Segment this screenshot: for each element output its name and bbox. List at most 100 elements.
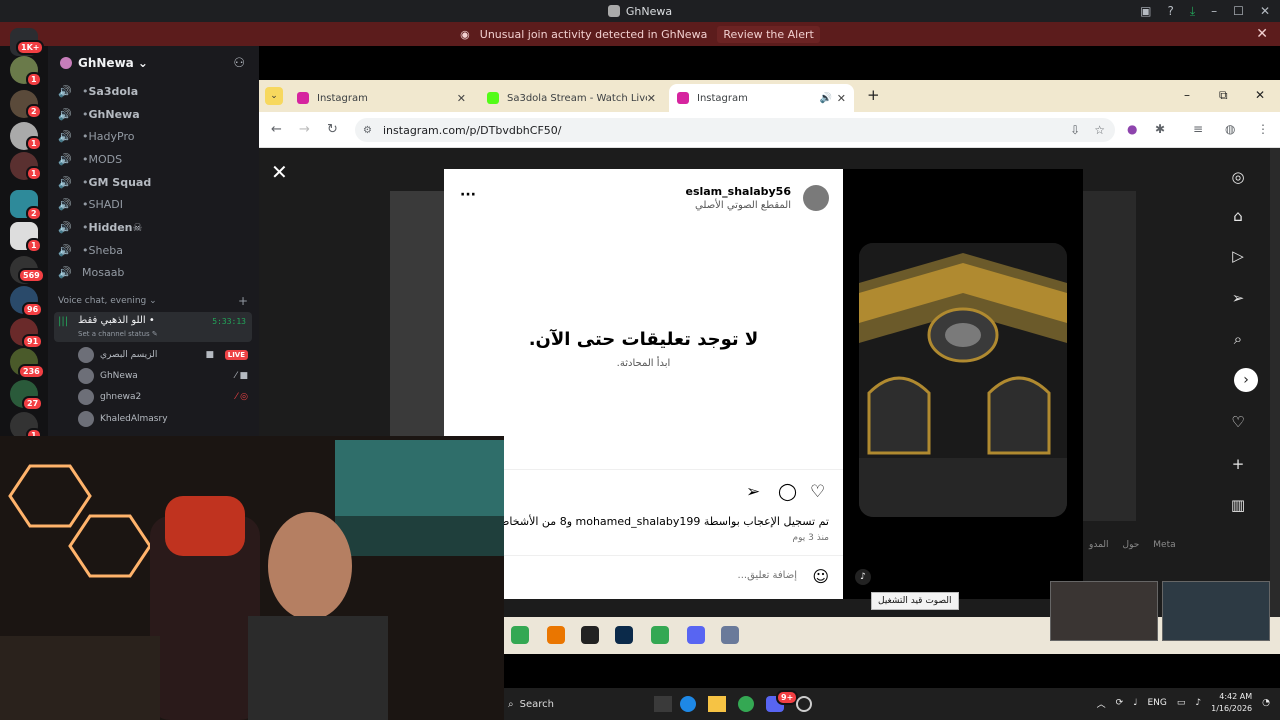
create-plus-icon[interactable]: +: [1229, 455, 1247, 473]
next-post-arrow-icon[interactable]: ›: [1234, 368, 1258, 392]
camera-thumbnail[interactable]: [1050, 581, 1158, 641]
footer-link[interactable]: المدو: [1089, 540, 1109, 550]
voice-user[interactable]: KhaledAlmasry: [78, 409, 248, 429]
voice-channel[interactable]: 🔊 • GhNewa: [58, 104, 253, 124]
close-tab-icon[interactable]: ✕: [647, 92, 656, 105]
home-icon[interactable]: ⌂: [1229, 207, 1247, 225]
address-bar[interactable]: ⚙ instagram.com/p/DTbvdbhCF50/ ⇩ ☆: [355, 118, 1115, 142]
add-member-icon[interactable]: ⚇: [233, 56, 245, 71]
notifications-heart-icon[interactable]: ♡: [1229, 413, 1247, 431]
camera-thumbnail[interactable]: [1162, 581, 1270, 641]
dashboard-icon[interactable]: ▥: [1229, 496, 1247, 514]
footer-link[interactable]: Meta: [1153, 540, 1175, 550]
server-header[interactable]: GhNewa ⌄ ⚇: [48, 46, 259, 80]
voice-channel[interactable]: 🔊 • MODS: [58, 149, 253, 169]
network-icon[interactable]: ⟳: [1116, 698, 1124, 708]
photoshop-icon[interactable]: [615, 626, 633, 644]
voice-user[interactable]: ghnewa2 ⁄ ◎: [78, 387, 248, 407]
messages-icon[interactable]: ➢: [1229, 289, 1247, 307]
bookmark-star-icon[interactable]: ☆: [1094, 123, 1105, 137]
channel-status[interactable]: Set a channel status ✎: [78, 330, 158, 338]
task-view-icon[interactable]: [654, 696, 672, 712]
post-username[interactable]: eslam_shalaby56: [685, 185, 791, 198]
restore-button[interactable]: ⧉: [1219, 88, 1228, 103]
minimize-button[interactable]: –: [1211, 4, 1217, 18]
close-tab-icon[interactable]: ✕: [457, 92, 466, 105]
browser-tab-active[interactable]: Instagram 🔊 ✕: [669, 84, 854, 112]
likes-text[interactable]: تم تسجيل الإعجاب بواسطة mohamed_shalaby1…: [496, 515, 829, 528]
sound-toggle-button[interactable]: ♪: [855, 569, 871, 585]
voice-channel[interactable]: 🔊 • SHADI: [58, 194, 253, 214]
comment-icon[interactable]: ◯: [778, 482, 797, 502]
add-channel-icon[interactable]: +: [238, 294, 248, 308]
language-indicator[interactable]: ENG: [1147, 698, 1166, 708]
share-icon[interactable]: ➢: [746, 482, 760, 502]
voice-channel[interactable]: 🔊 • GM Squad: [58, 172, 253, 192]
voice-channel[interactable]: 🔊 • Sa3dola: [58, 81, 253, 101]
active-voice-channel[interactable]: ||| اللو الذهبي فقط • 5:33:13 Set a chan…: [54, 312, 252, 342]
browser-tab[interactable]: Instagram ✕: [289, 84, 474, 112]
blender-icon[interactable]: [547, 626, 565, 644]
media-controls-icon[interactable]: ≡: [1193, 122, 1203, 136]
close-window-button[interactable]: ✕: [1260, 4, 1270, 18]
taskbar-search[interactable]: ⌕ Search: [508, 694, 648, 714]
show-hidden-icon[interactable]: ︿: [1097, 697, 1106, 710]
download-icon[interactable]: ⤓: [1190, 4, 1195, 19]
audio-playing-icon[interactable]: 🔊: [820, 93, 832, 104]
avatar[interactable]: [803, 185, 829, 211]
close-browser-button[interactable]: ✕: [1255, 88, 1265, 102]
comment-input[interactable]: إضافة تعليق...: [738, 570, 797, 581]
voice-channel[interactable]: 🔊 • HadyPro: [58, 126, 253, 146]
help-icon[interactable]: ?: [1167, 4, 1173, 18]
folder-icon[interactable]: [708, 696, 726, 712]
obs-icon[interactable]: [796, 696, 812, 712]
voice-channel[interactable]: 🔊 • Sheba: [58, 240, 253, 260]
voice-channel[interactable]: 🔊 • Hidden☠: [58, 217, 253, 237]
like-heart-icon[interactable]: ♡: [810, 482, 825, 502]
reload-button[interactable]: ↻: [327, 122, 338, 137]
extension-icon[interactable]: ●: [1127, 122, 1137, 136]
settings-icon[interactable]: [721, 626, 739, 644]
edge-icon[interactable]: [680, 696, 696, 712]
display-icon[interactable]: ▭: [1177, 698, 1186, 708]
browser-menu-icon[interactable]: ⋮: [1257, 122, 1269, 136]
voice-category-header[interactable]: Voice chat, evening ⌄ +: [58, 294, 248, 308]
site-info-icon[interactable]: ⚙: [363, 125, 372, 136]
voice-user[interactable]: GhNewa ⁄ ■: [78, 366, 248, 386]
voice-user[interactable]: الزيسم البصري ■ LIVE: [78, 345, 248, 365]
voice-channel[interactable]: 🔊 Mosaab: [58, 262, 253, 282]
notification-bell-icon[interactable]: ◔: [1262, 698, 1270, 708]
chrome-icon[interactable]: [511, 626, 529, 644]
reels-icon[interactable]: ▷: [1229, 247, 1247, 265]
volume-icon[interactable]: ♪: [1195, 698, 1201, 708]
search-icon[interactable]: ⌕: [1229, 330, 1247, 348]
maximize-button[interactable]: ☐: [1233, 4, 1244, 18]
footer-link[interactable]: حول: [1123, 540, 1140, 550]
chrome-icon[interactable]: [738, 696, 754, 712]
discord-icon[interactable]: [687, 626, 705, 644]
post-media[interactable]: [843, 169, 1083, 599]
close-tab-icon[interactable]: ✕: [837, 92, 846, 105]
emoji-icon[interactable]: ☺: [812, 567, 829, 586]
clock[interactable]: 4:42 AM 1/16/2026: [1211, 691, 1252, 715]
instagram-logo-icon[interactable]: ◎: [1229, 168, 1247, 186]
extensions-puzzle-icon[interactable]: ✱: [1155, 122, 1165, 136]
chrome-icon[interactable]: [651, 626, 669, 644]
scrollbar[interactable]: [1270, 148, 1280, 654]
tab-search-button[interactable]: ⌄: [265, 87, 283, 105]
mic-icon[interactable]: ♩: [1133, 698, 1137, 708]
install-app-icon[interactable]: ⇩: [1070, 123, 1080, 137]
minimize-button[interactable]: –: [1184, 88, 1190, 102]
inbox-icon[interactable]: ▣: [1140, 4, 1151, 18]
review-alert-button[interactable]: Review the Alert: [717, 25, 820, 43]
close-icon[interactable]: ✕: [1256, 26, 1268, 42]
profile-avatar[interactable]: ◍: [1225, 122, 1235, 136]
back-button[interactable]: ←: [271, 122, 282, 137]
new-tab-button[interactable]: +: [867, 86, 880, 104]
post-audio-label[interactable]: المقطع الصوتي الأصلي: [695, 200, 791, 211]
obs-icon[interactable]: [581, 626, 599, 644]
forward-button[interactable]: →: [299, 122, 310, 137]
close-post-icon[interactable]: ✕: [271, 160, 288, 184]
browser-tab[interactable]: Sa3dola Stream - Watch Live on ✕: [479, 84, 664, 112]
more-options-icon[interactable]: ···: [460, 187, 476, 203]
